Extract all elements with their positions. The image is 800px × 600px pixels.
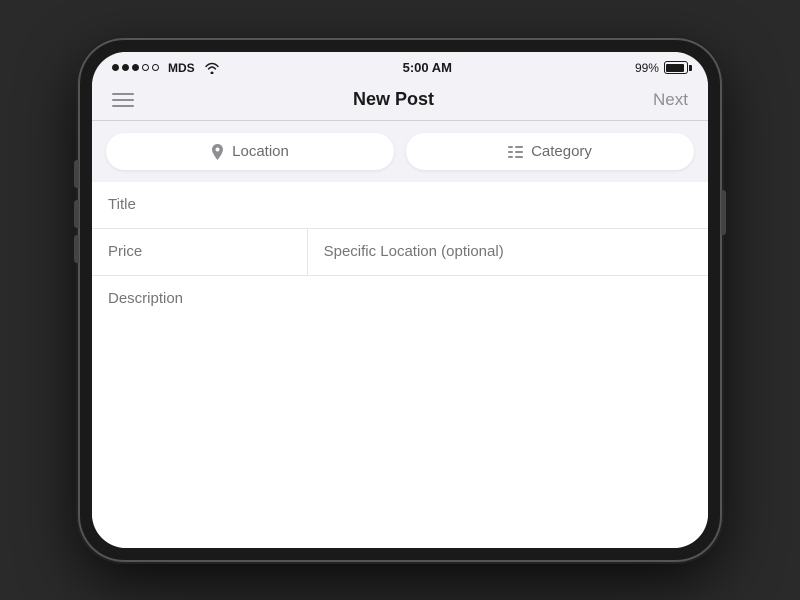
- status-right: 99%: [635, 61, 688, 75]
- price-col: [92, 229, 308, 275]
- title-input[interactable]: [108, 196, 692, 213]
- battery-icon: [664, 61, 688, 74]
- status-bar: MDS 5:00 AM 99%: [92, 52, 708, 81]
- screen: MDS 5:00 AM 99% New Po: [92, 52, 708, 548]
- description-row: [92, 276, 708, 548]
- status-left: MDS: [112, 61, 220, 75]
- hamburger-line-1: [112, 93, 134, 95]
- price-location-row: [92, 229, 708, 276]
- signal-dot-5: [152, 64, 159, 71]
- page-title: New Post: [353, 89, 434, 110]
- form-area: [92, 182, 708, 548]
- menu-button[interactable]: [112, 93, 134, 107]
- location-filter-label: Location: [232, 143, 289, 160]
- hamburger-line-3: [112, 105, 134, 107]
- carrier-label: MDS: [168, 61, 195, 75]
- title-field-row: [92, 182, 708, 229]
- description-input[interactable]: [108, 290, 692, 307]
- hamburger-line-2: [112, 99, 134, 101]
- signal-dot-1: [112, 64, 119, 71]
- next-button[interactable]: Next: [653, 90, 688, 110]
- signal-dot-3: [132, 64, 139, 71]
- battery-percentage: 99%: [635, 61, 659, 75]
- pin-icon: [211, 144, 224, 160]
- category-filter-label: Category: [531, 143, 592, 160]
- battery-fill: [666, 64, 683, 72]
- signal-dot-2: [122, 64, 129, 71]
- specific-location-col: [308, 229, 708, 275]
- price-input[interactable]: [108, 243, 291, 260]
- signal-dots: [112, 64, 159, 71]
- filter-row: Location Category: [92, 121, 708, 182]
- location-filter-button[interactable]: Location: [106, 133, 394, 170]
- nav-bar: New Post Next: [92, 81, 708, 121]
- signal-dot-4: [142, 64, 149, 71]
- phone-frame: MDS 5:00 AM 99% New Po: [80, 40, 720, 560]
- specific-location-input[interactable]: [324, 243, 692, 260]
- category-filter-button[interactable]: Category: [406, 133, 694, 170]
- status-time: 5:00 AM: [403, 60, 452, 75]
- wifi-icon: [204, 62, 220, 74]
- category-icon: [508, 146, 523, 158]
